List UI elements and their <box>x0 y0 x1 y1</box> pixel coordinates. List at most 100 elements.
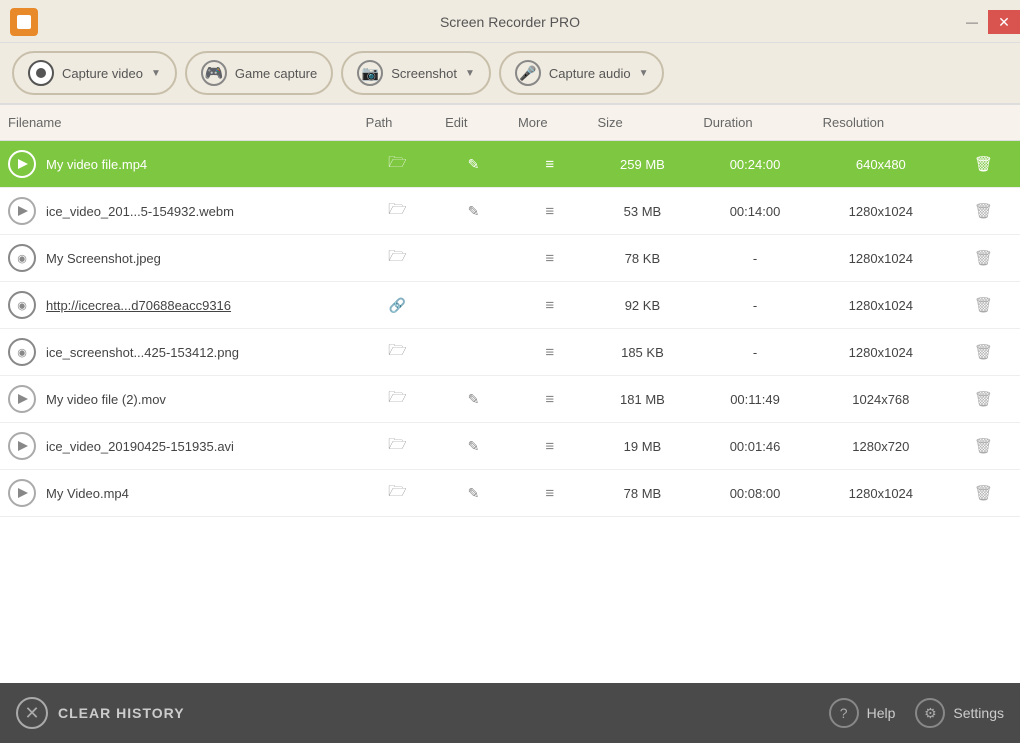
more-cell: ≡ <box>510 235 589 282</box>
capture-audio-button[interactable]: 🎤 Capture audio ▼ <box>499 51 665 95</box>
game-capture-button[interactable]: 🎮 Game capture <box>185 51 333 95</box>
table-row[interactable]: ◉ http://icecrea...d70688eacc9316 🔗 ≡ 92… <box>0 282 1020 329</box>
help-button[interactable]: ? Help <box>829 698 896 728</box>
size-cell: 19 MB <box>589 423 695 470</box>
table-row[interactable]: My video file.mp4 🗁 ✎ ≡ 259 MB 00:24:00 … <box>0 141 1020 188</box>
link-icon[interactable]: 🔗 <box>389 297 406 313</box>
size-cell: 185 KB <box>589 329 695 376</box>
play-icon[interactable] <box>8 479 36 507</box>
duration-cell: 00:14:00 <box>695 188 814 235</box>
table-row[interactable]: ◉ ice_screenshot...425-153412.png 🗁 ≡ 18… <box>0 329 1020 376</box>
footer: ✕ CLEAR HISTORY ? Help ⚙ Settings <box>0 683 1020 743</box>
capture-video-chevron: ▼ <box>151 68 161 79</box>
play-icon[interactable] <box>8 197 36 225</box>
delete-cell: 🗑 <box>947 188 1020 235</box>
more-icon[interactable]: ≡ <box>545 250 554 267</box>
edit-cell: ✎ <box>437 423 510 470</box>
more-cell: ≡ <box>510 188 589 235</box>
table-row[interactable]: ◉ My Screenshot.jpeg 🗁 ≡ 78 KB - 1280x10… <box>0 235 1020 282</box>
table-row[interactable]: My video file (2).mov 🗁 ✎ ≡ 181 MB 00:11… <box>0 376 1020 423</box>
resolution-cell: 1280x720 <box>815 423 947 470</box>
play-icon[interactable] <box>8 432 36 460</box>
play-icon[interactable] <box>8 150 36 178</box>
size-cell: 78 MB <box>589 470 695 517</box>
delete-icon[interactable]: 🗑 <box>974 203 993 220</box>
delete-icon[interactable]: 🗑 <box>974 391 993 408</box>
size-cell: 259 MB <box>589 141 695 188</box>
screenshot-type-icon: ◉ <box>8 244 36 272</box>
folder-icon[interactable]: 🗁 <box>388 436 407 453</box>
settings-button[interactable]: ⚙ Settings <box>915 698 1004 728</box>
delete-cell: 🗑 <box>947 423 1020 470</box>
file-table: Filename Path Edit More Size Duration Re… <box>0 105 1020 517</box>
delete-cell: 🗑 <box>947 329 1020 376</box>
filename-text: My video file (2).mov <box>46 392 166 407</box>
play-triangle <box>18 488 28 498</box>
edit-icon[interactable]: ✎ <box>468 485 480 501</box>
edit-icon[interactable]: ✎ <box>468 203 480 219</box>
col-header-duration: Duration <box>695 105 814 141</box>
edit-cell <box>437 329 510 376</box>
edit-icon[interactable]: ✎ <box>468 156 480 172</box>
col-header-path: Path <box>358 105 437 141</box>
delete-cell: 🗑 <box>947 470 1020 517</box>
duration-cell: 00:01:46 <box>695 423 814 470</box>
delete-icon[interactable]: 🗑 <box>974 250 993 267</box>
filename-text: ice_video_20190425-151935.avi <box>46 439 234 454</box>
table-row[interactable]: My Video.mp4 🗁 ✎ ≡ 78 MB 00:08:00 1280x1… <box>0 470 1020 517</box>
close-button[interactable]: ✕ <box>988 10 1020 34</box>
toolbar: Capture video ▼ 🎮 Game capture 📷 Screens… <box>0 43 1020 105</box>
filename-text: ice_screenshot...425-153412.png <box>46 345 239 360</box>
screenshot-icon: 📷 <box>357 60 383 86</box>
edit-icon[interactable]: ✎ <box>468 391 480 407</box>
capture-audio-chevron: ▼ <box>639 68 649 79</box>
more-icon[interactable]: ≡ <box>545 438 554 455</box>
folder-icon[interactable]: 🗁 <box>388 248 407 265</box>
screenshot-label: Screenshot <box>391 66 457 81</box>
more-icon[interactable]: ≡ <box>545 485 554 502</box>
more-icon[interactable]: ≡ <box>545 391 554 408</box>
folder-icon[interactable]: 🗁 <box>388 201 407 218</box>
filename-cell: ice_video_20190425-151935.avi <box>0 423 358 470</box>
capture-audio-label: Capture audio <box>549 66 631 81</box>
delete-icon[interactable]: 🗑 <box>974 485 993 502</box>
play-triangle <box>18 206 28 216</box>
delete-icon[interactable]: 🗑 <box>974 156 993 173</box>
table-row[interactable]: ice_video_20190425-151935.avi 🗁 ✎ ≡ 19 M… <box>0 423 1020 470</box>
capture-video-button[interactable]: Capture video ▼ <box>12 51 177 95</box>
folder-icon[interactable]: 🗁 <box>388 483 407 500</box>
settings-label: Settings <box>953 705 1004 721</box>
app-icon <box>10 8 38 36</box>
path-cell: 🗁 <box>358 376 437 423</box>
play-icon[interactable] <box>8 385 36 413</box>
minimize-button[interactable]: — <box>956 10 988 34</box>
game-capture-label: Game capture <box>235 66 317 81</box>
delete-cell: 🗑 <box>947 141 1020 188</box>
path-cell: 🗁 <box>358 235 437 282</box>
clear-history-label: CLEAR HISTORY <box>58 705 185 721</box>
more-icon[interactable]: ≡ <box>545 344 554 361</box>
content-area: Filename Path Edit More Size Duration Re… <box>0 105 1020 683</box>
screenshot-button[interactable]: 📷 Screenshot ▼ <box>341 51 491 95</box>
col-header-delete <box>947 105 1020 141</box>
table-row[interactable]: ice_video_201...5-154932.webm 🗁 ✎ ≡ 53 M… <box>0 188 1020 235</box>
filename-text: My Screenshot.jpeg <box>46 251 161 266</box>
folder-icon[interactable]: 🗁 <box>388 389 407 406</box>
filename-link[interactable]: http://icecrea...d70688eacc9316 <box>46 298 231 313</box>
delete-icon[interactable]: 🗑 <box>974 344 993 361</box>
file-list-scroll[interactable]: Filename Path Edit More Size Duration Re… <box>0 105 1020 683</box>
help-icon: ? <box>829 698 859 728</box>
filename-cell: ◉ My Screenshot.jpeg <box>0 235 358 282</box>
delete-icon[interactable]: 🗑 <box>974 438 993 455</box>
delete-icon[interactable]: 🗑 <box>974 297 993 314</box>
more-icon[interactable]: ≡ <box>545 156 554 173</box>
folder-icon[interactable]: 🗁 <box>388 342 407 359</box>
path-cell: 🔗 <box>358 282 437 329</box>
clear-history-button[interactable]: ✕ CLEAR HISTORY <box>16 697 185 729</box>
edit-icon[interactable]: ✎ <box>468 438 480 454</box>
filename-text: My video file.mp4 <box>46 157 147 172</box>
more-icon[interactable]: ≡ <box>545 203 554 220</box>
more-icon[interactable]: ≡ <box>545 297 554 314</box>
titlebar-left <box>0 8 46 36</box>
folder-icon[interactable]: 🗁 <box>388 154 407 171</box>
